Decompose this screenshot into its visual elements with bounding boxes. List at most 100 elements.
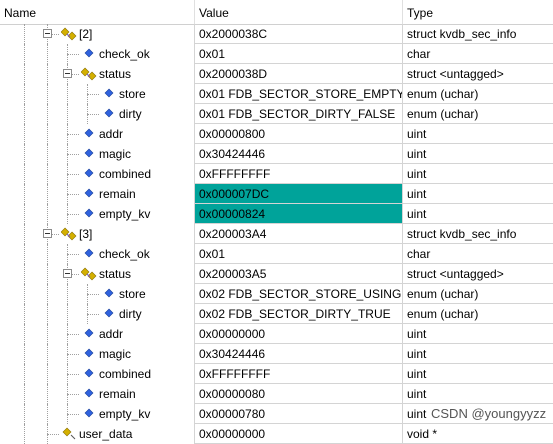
tree-connector bbox=[67, 194, 79, 195]
value-cell[interactable]: 0x01 FDB_SECTOR_STORE_EMPTY bbox=[194, 84, 402, 104]
tree-guide-line bbox=[47, 284, 48, 304]
tree-row[interactable]: dirty 0x01 FDB_SECTOR_DIRTY_FALSE enum (uc… bbox=[0, 104, 553, 124]
field-icon bbox=[101, 286, 117, 302]
field-icon bbox=[81, 166, 97, 182]
collapse-toggle-icon[interactable] bbox=[43, 29, 52, 38]
value-cell[interactable]: 0x2000038C bbox=[194, 24, 402, 44]
value-cell[interactable]: 0x200003A4 bbox=[194, 224, 402, 244]
tree-guide-line bbox=[24, 384, 25, 404]
field-icon bbox=[81, 126, 97, 142]
tree-guide-line bbox=[47, 204, 48, 224]
tree-guide-line bbox=[24, 124, 25, 144]
tree-guide-line bbox=[47, 84, 48, 104]
tree-row[interactable]: magic 0x30424446 uint bbox=[0, 344, 553, 364]
tree-row[interactable]: addr 0x00000000 uint bbox=[0, 324, 553, 344]
value-cell[interactable]: 0x01 bbox=[194, 44, 402, 64]
tree-row[interactable]: empty_kv 0x00000824 uint bbox=[0, 204, 553, 224]
tree-guide-line bbox=[47, 324, 48, 344]
type-cell: uint bbox=[402, 324, 553, 344]
value-cell[interactable]: 0x00000000 bbox=[194, 424, 402, 444]
variable-name: check_ok bbox=[99, 47, 150, 61]
value-cell[interactable]: 0x30424446 bbox=[194, 144, 402, 164]
tree-guide-line bbox=[47, 304, 48, 324]
tree-guide-line bbox=[67, 304, 68, 324]
tree-row[interactable]: magic 0x30424446 uint bbox=[0, 144, 553, 164]
value-cell[interactable]: 0x00000780 bbox=[194, 404, 402, 424]
column-name-header[interactable]: Name bbox=[0, 0, 194, 24]
value-cell[interactable]: 0x01 FDB_SECTOR_DIRTY_FALSE bbox=[194, 104, 402, 124]
tree-row[interactable]: store 0x02 FDB_SECTOR_STORE_USING enum (uc… bbox=[0, 284, 553, 304]
field-icon bbox=[101, 106, 117, 122]
field-icon bbox=[81, 146, 97, 162]
collapse-toggle-icon[interactable] bbox=[43, 229, 52, 238]
tree-row[interactable]: [2] 0x2000038C struct kvdb_sec_info bbox=[0, 24, 553, 44]
tree-guide-line bbox=[24, 24, 25, 44]
tree-guide-line bbox=[24, 284, 25, 304]
tree-row[interactable]: status 0x200003A5 struct <untagged> bbox=[0, 264, 553, 284]
tree-connector bbox=[67, 134, 79, 135]
tree-connector bbox=[67, 414, 79, 415]
name-cell: dirty bbox=[0, 104, 194, 124]
collapse-toggle-icon[interactable] bbox=[63, 69, 72, 78]
value-cell[interactable]: 0x00000000 bbox=[194, 324, 402, 344]
variable-name: empty_kv bbox=[99, 407, 151, 421]
tree-row[interactable]: combined 0xFFFFFFFF uint bbox=[0, 364, 553, 384]
tree-row[interactable]: remain 0x00000080 uint bbox=[0, 384, 553, 404]
tree-guide-line bbox=[67, 104, 68, 124]
tree-guide-line bbox=[47, 384, 48, 404]
tree-row[interactable]: check_ok 0x01 char bbox=[0, 44, 553, 64]
value-cell[interactable]: 0x200003A5 bbox=[194, 264, 402, 284]
tree-guide-line bbox=[24, 64, 25, 84]
type-cell: uint bbox=[402, 344, 553, 364]
value-cell[interactable]: 0xFFFFFFFF bbox=[194, 164, 402, 184]
tree-row[interactable]: [3] 0x200003A4 struct kvdb_sec_info bbox=[0, 224, 553, 244]
value-cell[interactable]: 0x00000080 bbox=[194, 384, 402, 404]
tree-row[interactable]: addr 0x00000800 uint bbox=[0, 124, 553, 144]
tree-guide-line bbox=[47, 184, 48, 204]
type-cell: uint bbox=[402, 164, 553, 184]
tree-guide-line bbox=[47, 44, 48, 64]
field-icon bbox=[81, 46, 97, 62]
tree-row[interactable]: status 0x2000038D struct <untagged> bbox=[0, 64, 553, 84]
tree-connector bbox=[87, 294, 99, 295]
type-cell: uint bbox=[402, 144, 553, 164]
value-cell[interactable]: 0x00000800 bbox=[194, 124, 402, 144]
variable-name: combined bbox=[99, 167, 152, 181]
column-value-header[interactable]: Value bbox=[194, 0, 402, 24]
tree-connector bbox=[67, 154, 79, 155]
tree-connector bbox=[67, 174, 79, 175]
tree-guide-line bbox=[47, 404, 48, 424]
tree-guide-line bbox=[24, 304, 25, 324]
tree-guide-line bbox=[24, 264, 25, 284]
name-cell: remain bbox=[0, 384, 194, 404]
value-cell[interactable]: 0x02 FDB_SECTOR_DIRTY_TRUE bbox=[194, 304, 402, 324]
value-cell[interactable]: 0x30424446 bbox=[194, 344, 402, 364]
tree-row[interactable]: store 0x01 FDB_SECTOR_STORE_EMPTY enum (uc… bbox=[0, 84, 553, 104]
name-cell: status bbox=[0, 264, 194, 284]
value-cell[interactable]: 0x00000824 bbox=[194, 204, 402, 224]
tree-guide-line bbox=[47, 364, 48, 384]
value-cell[interactable]: 0x01 bbox=[194, 244, 402, 264]
tree-connector bbox=[87, 314, 99, 315]
tree-guide-line bbox=[47, 124, 48, 144]
tree-row[interactable]: remain 0x000007DC uint bbox=[0, 184, 553, 204]
tree-row[interactable]: user_data 0x00000000 void * bbox=[0, 424, 553, 444]
name-cell: check_ok bbox=[0, 44, 194, 64]
tree-guide-line bbox=[67, 284, 68, 304]
value-cell[interactable]: 0x2000038D bbox=[194, 64, 402, 84]
column-type-header[interactable]: Type bbox=[402, 0, 553, 24]
collapse-toggle-icon[interactable] bbox=[63, 269, 72, 278]
tree-guide-line bbox=[24, 324, 25, 344]
tree-connector bbox=[67, 394, 79, 395]
tree-row[interactable]: dirty 0x02 FDB_SECTOR_DIRTY_TRUE enum (uch… bbox=[0, 304, 553, 324]
value-cell[interactable]: 0x000007DC bbox=[194, 184, 402, 204]
name-cell: status bbox=[0, 64, 194, 84]
value-cell[interactable]: 0x02 FDB_SECTOR_STORE_USING bbox=[194, 284, 402, 304]
type-cell: enum (uchar) bbox=[402, 304, 553, 324]
type-cell: uint bbox=[402, 124, 553, 144]
tree-row[interactable]: combined 0xFFFFFFFF uint bbox=[0, 164, 553, 184]
tree-row[interactable]: check_ok 0x01 char bbox=[0, 244, 553, 264]
tree-guide-line bbox=[47, 164, 48, 184]
value-cell[interactable]: 0xFFFFFFFF bbox=[194, 364, 402, 384]
tree-guide-line bbox=[24, 84, 25, 104]
